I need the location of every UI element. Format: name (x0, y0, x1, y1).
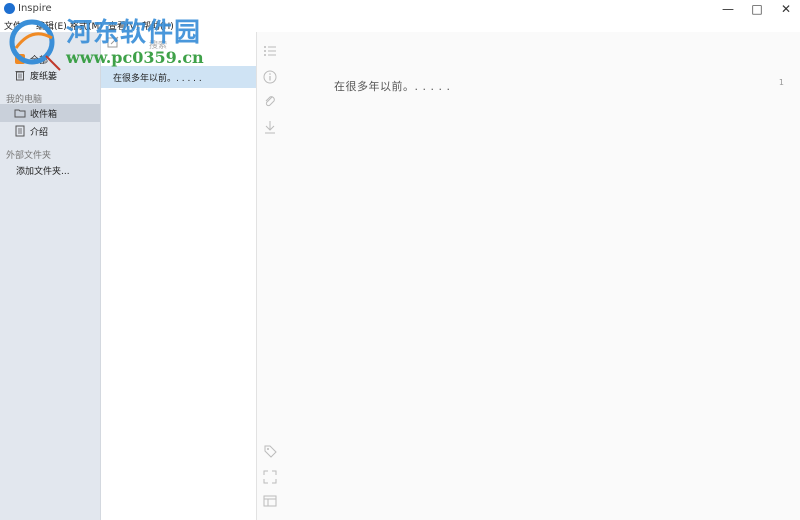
sidebar-item-inbox[interactable]: 收件箱 (0, 104, 100, 122)
sidebar-item-label: 收件箱 (30, 110, 58, 120)
watermark-logo (9, 19, 61, 71)
tag-icon[interactable] (263, 444, 277, 458)
sidebar-item-label: 介绍 (30, 128, 49, 138)
editor-pane[interactable]: 在很多年以前。. . . . . 1 (284, 32, 800, 520)
maximize-icon[interactable]: □ (741, 0, 773, 18)
inbox-folder-icon (14, 109, 26, 118)
list-icon[interactable] (263, 44, 277, 58)
minimize-icon[interactable]: — (712, 0, 744, 18)
note-list: 搜索 在很多年以前。. . . . . (101, 32, 257, 520)
layout-icon[interactable] (263, 494, 277, 508)
watermark-title: 河东软件园 (66, 18, 202, 48)
info-icon[interactable] (263, 70, 277, 84)
paperclip-icon[interactable] (263, 94, 277, 108)
add-folder-link[interactable]: 添加文件夹... (16, 164, 70, 177)
app-logo-icon (4, 3, 15, 14)
close-icon[interactable]: ✕ (770, 0, 800, 18)
word-count: 1 (778, 78, 784, 87)
download-icon[interactable] (263, 120, 277, 134)
section-external-folders: 外部文件夹 (6, 151, 52, 161)
app-title: Inspire (18, 3, 52, 14)
note-title: 在很多年以前。. . . . . (113, 74, 202, 84)
list-item[interactable]: 在很多年以前。. . . . . (101, 66, 256, 88)
sidebar: 全部 废纸篓 我的电脑 收件箱 介绍 外部文件夹 添加文件夹... (0, 32, 101, 520)
editor-content[interactable]: 在很多年以前。. . . . . (334, 78, 450, 94)
editor-toolbar (257, 32, 283, 520)
fullscreen-icon[interactable] (263, 470, 277, 484)
document-icon (15, 125, 25, 137)
sidebar-item-intro[interactable]: 介绍 (0, 122, 100, 140)
watermark-url: www.pc0359.cn (66, 48, 204, 67)
